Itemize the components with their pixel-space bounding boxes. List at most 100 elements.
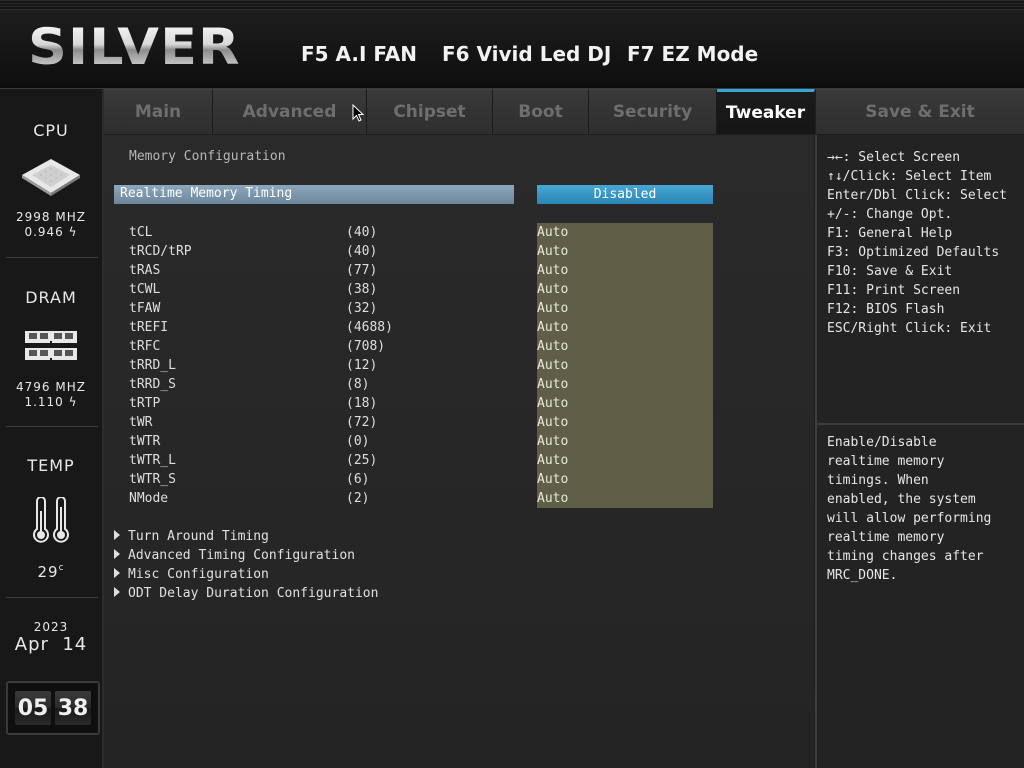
timing-setting[interactable]: Auto bbox=[537, 415, 568, 430]
hotkey-ai-fan[interactable]: F5 A.I FAN bbox=[301, 42, 417, 66]
timing-name: tCWL bbox=[129, 282, 161, 297]
timing-value: (25) bbox=[346, 453, 378, 468]
submenu-arrow-icon bbox=[114, 587, 120, 597]
timing-value: (40) bbox=[346, 244, 378, 259]
timing-value: (6) bbox=[346, 472, 370, 487]
timing-setting[interactable]: Auto bbox=[537, 358, 568, 373]
timing-name: tRAS bbox=[129, 263, 161, 278]
cpu-frequency: 2998 MHZ bbox=[16, 210, 86, 224]
timing-value: (4688) bbox=[346, 320, 393, 335]
timing-row-twtr: tWTR (0) Auto bbox=[129, 434, 729, 453]
hotkey-vivid-led-dj[interactable]: F6 Vivid Led DJ bbox=[442, 42, 611, 66]
timing-value: (8) bbox=[346, 377, 370, 392]
tab-chipset[interactable]: Chipset bbox=[367, 89, 493, 134]
voltage-bolt-icon: ϟ bbox=[63, 395, 78, 409]
tab-save-exit[interactable]: Save & Exit bbox=[816, 89, 1024, 134]
dram-voltage: 1.110 ϟ bbox=[24, 395, 78, 409]
timing-name: tWTR_S bbox=[129, 472, 176, 487]
mouse-cursor-icon bbox=[352, 104, 364, 122]
timing-value: (12) bbox=[346, 358, 378, 373]
timing-setting[interactable]: Auto bbox=[537, 320, 568, 335]
timing-row-trcd-trp: tRCD/tRP (40) Auto bbox=[129, 244, 729, 263]
clock-hour: 05 bbox=[15, 691, 51, 725]
key-help-item: F3: Optimized Defaults bbox=[827, 245, 1000, 260]
timing-name: tFAW bbox=[129, 301, 161, 316]
brand-logo: SILVER bbox=[28, 18, 241, 76]
timing-setting[interactable]: Auto bbox=[537, 339, 568, 354]
thermometer-icon bbox=[0, 497, 102, 545]
key-help-item: →←: Select Screen bbox=[827, 150, 961, 165]
timing-setting[interactable]: Auto bbox=[537, 301, 568, 316]
timing-setting[interactable]: Auto bbox=[537, 282, 568, 297]
timing-value: (0) bbox=[346, 434, 370, 449]
timing-setting[interactable]: Auto bbox=[537, 244, 568, 259]
timing-name: tRCD/tRP bbox=[129, 244, 192, 259]
sidebar-divider bbox=[6, 257, 98, 258]
timing-setting[interactable]: Auto bbox=[537, 225, 568, 240]
timing-name: tWTR_L bbox=[129, 453, 176, 468]
tab-tweaker[interactable]: Tweaker bbox=[717, 89, 815, 134]
timing-value: (2) bbox=[346, 491, 370, 506]
tab-main[interactable]: Main bbox=[104, 89, 213, 134]
key-help-item: F10: Save & Exit bbox=[827, 264, 953, 279]
timing-name: tRFC bbox=[129, 339, 161, 354]
realtime-memory-timing-value[interactable]: Disabled bbox=[537, 185, 713, 204]
timing-value: (77) bbox=[346, 263, 378, 278]
key-help-item: +/-: Change Opt. bbox=[827, 207, 953, 222]
timing-name: tRRD_S bbox=[129, 377, 176, 392]
help-panel: →←: Select Screen ↑↓/Click: Select Item En… bbox=[815, 135, 1024, 768]
voltage-bolt-icon: ϟ bbox=[63, 225, 78, 239]
timing-setting[interactable]: Auto bbox=[537, 472, 568, 487]
dram-label: DRAM bbox=[25, 288, 77, 307]
tab-boot[interactable]: Boot bbox=[493, 89, 589, 134]
key-help-item: F1: General Help bbox=[827, 226, 953, 241]
tab-security[interactable]: Security bbox=[589, 89, 717, 134]
timing-setting[interactable]: Auto bbox=[537, 453, 568, 468]
realtime-memory-timing-row[interactable]: Realtime Memory Timing bbox=[114, 185, 514, 204]
submenu-odt-delay[interactable]: ODT Delay Duration Configuration bbox=[114, 586, 378, 601]
timing-name: tWR bbox=[129, 415, 153, 430]
submenu-misc-configuration[interactable]: Misc Configuration bbox=[114, 567, 269, 582]
timing-setting[interactable]: Auto bbox=[537, 396, 568, 411]
submenu-advanced-timing[interactable]: Advanced Timing Configuration bbox=[114, 548, 355, 563]
timing-value: (18) bbox=[346, 396, 378, 411]
timing-setting[interactable]: Auto bbox=[537, 434, 568, 449]
timing-value: (32) bbox=[346, 301, 378, 316]
timing-value: (708) bbox=[346, 339, 386, 354]
timing-name: tRTP bbox=[129, 396, 161, 411]
timing-name: tCL bbox=[129, 225, 153, 240]
sidebar-divider bbox=[6, 426, 98, 427]
date-day: Apr 14 bbox=[14, 634, 88, 655]
timing-name: tREFI bbox=[129, 320, 169, 335]
key-help-item: ESC/Right Click: Exit bbox=[827, 321, 992, 336]
status-sidebar: CPU 2998 MHZ 0.946 ϟ DRAM 4796 MHZ 1.110… bbox=[0, 89, 104, 768]
submenu-turn-around-timing[interactable]: Turn Around Timing bbox=[114, 529, 269, 544]
timing-row-twtr-s: tWTR_S (6) Auto bbox=[129, 472, 729, 491]
clock-display: 05 38 bbox=[6, 681, 100, 735]
timing-name: NMode bbox=[129, 491, 169, 506]
key-help-item: F11: Print Screen bbox=[827, 283, 961, 298]
timing-row-twtr-l: tWTR_L (25) Auto bbox=[129, 453, 729, 472]
page-title: Memory Configuration bbox=[129, 149, 286, 164]
timing-name: tWTR bbox=[129, 434, 161, 449]
main-panel: Memory Configuration Realtime Memory Tim… bbox=[104, 135, 814, 768]
submenu-arrow-icon bbox=[114, 530, 120, 540]
timing-value: (72) bbox=[346, 415, 378, 430]
timing-setting[interactable]: Auto bbox=[537, 377, 568, 392]
cpu-label: CPU bbox=[33, 121, 69, 140]
timing-row-tcl: tCL (40) Auto bbox=[129, 225, 729, 244]
hotkey-ez-mode[interactable]: F7 EZ Mode bbox=[627, 42, 758, 66]
timing-row-tras: tRAS (77) Auto bbox=[129, 263, 729, 282]
timing-setting[interactable]: Auto bbox=[537, 491, 568, 506]
tab-advanced[interactable]: Advanced bbox=[213, 89, 367, 134]
temp-label: TEMP bbox=[27, 456, 75, 475]
timing-setting[interactable]: Auto bbox=[537, 263, 568, 278]
dram-module-icon bbox=[0, 329, 102, 363]
timing-value: (40) bbox=[346, 225, 378, 240]
timing-row-trrd-l: tRRD_L (12) Auto bbox=[129, 358, 729, 377]
header-stripes bbox=[0, 0, 1024, 10]
timing-row-trrd-s: tRRD_S (8) Auto bbox=[129, 377, 729, 396]
clock-minute: 38 bbox=[55, 691, 91, 725]
timing-row-tcwl: tCWL (38) Auto bbox=[129, 282, 729, 301]
date-year: 2023 bbox=[33, 620, 69, 634]
